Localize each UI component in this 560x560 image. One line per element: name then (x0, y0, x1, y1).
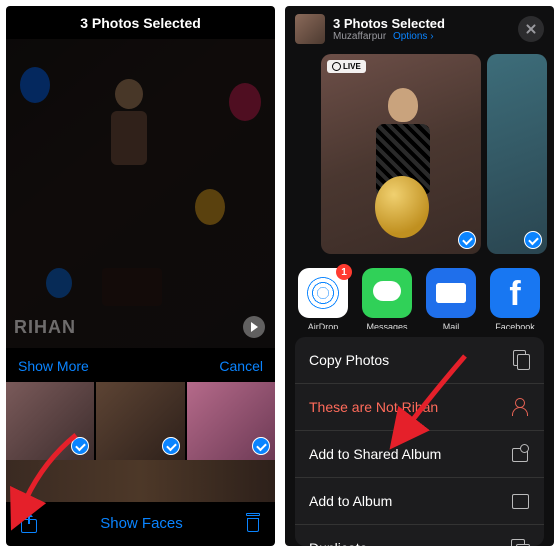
share-target-airdrop[interactable]: 1 AirDrop (295, 268, 351, 325)
watermark: RIHAN (14, 317, 76, 338)
share-target-mail[interactable]: Mail (423, 268, 479, 325)
airdrop-icon: 1 (298, 268, 348, 318)
thumbnail[interactable] (96, 382, 184, 460)
preview-photo[interactable] (487, 54, 547, 254)
selected-check-icon (162, 437, 180, 455)
duplicate-icon (510, 538, 530, 546)
share-target-facebook[interactable]: f Facebook (487, 268, 543, 325)
share-target-whatsapp[interactable]: Wh (551, 268, 554, 325)
show-faces-button[interactable]: Show Faces (100, 515, 183, 532)
share-target-messages[interactable]: Messages (359, 268, 415, 325)
main-photo[interactable]: RIHAN (6, 39, 275, 348)
selected-check-icon (252, 437, 270, 455)
live-badge: LIVE (327, 60, 366, 73)
page-title: 3 Photos Selected (6, 6, 275, 39)
mail-icon (426, 268, 476, 318)
thumbnail[interactable] (6, 382, 94, 460)
show-more-button[interactable]: Show More (18, 358, 89, 374)
header-subtitle: Muzaffarpur Options › (333, 31, 445, 42)
notification-badge: 1 (336, 264, 352, 280)
share-sheet-header: 3 Photos Selected Muzaffarpur Options › (285, 6, 554, 50)
action-list: Copy Photos These are Not Rihan Add to S… (295, 337, 544, 546)
messages-icon (362, 268, 412, 318)
share-targets: 1 AirDrop Messages Mail f Facebook Wh (285, 258, 554, 329)
header-title: 3 Photos Selected (333, 16, 445, 31)
photo-thumbnails (6, 382, 275, 460)
share-sheet: 3 Photos Selected Muzaffarpur Options › … (285, 6, 554, 546)
selected-check-icon (524, 231, 542, 249)
action-copy-photos[interactable]: Copy Photos (295, 337, 544, 384)
action-duplicate[interactable]: Duplicate (295, 525, 544, 546)
close-icon[interactable] (518, 16, 544, 42)
action-not-person[interactable]: These are Not Rihan (295, 384, 544, 431)
thumbnail-strip[interactable] (6, 460, 275, 502)
person-remove-icon (510, 397, 530, 417)
shared-album-icon (510, 444, 530, 464)
album-icon (510, 491, 530, 511)
action-add-album[interactable]: Add to Album (295, 478, 544, 525)
action-add-shared-album[interactable]: Add to Shared Album (295, 431, 544, 478)
options-button[interactable]: Options › (393, 31, 434, 42)
copy-icon (510, 350, 530, 370)
preview-photo[interactable]: LIVE (321, 54, 481, 254)
preview-row[interactable]: LIVE (285, 50, 554, 258)
selected-check-icon (458, 231, 476, 249)
selected-check-icon (71, 437, 89, 455)
trash-icon[interactable] (245, 513, 261, 533)
photos-selection-screen: 3 Photos Selected RIHAN Show More Cancel (6, 6, 275, 546)
thumbnail[interactable] (187, 382, 275, 460)
cancel-button[interactable]: Cancel (219, 358, 263, 374)
facebook-icon: f (490, 268, 540, 318)
header-thumbnail (295, 14, 325, 44)
bottom-toolbar: Show Faces (6, 502, 275, 546)
share-icon[interactable] (20, 512, 38, 534)
